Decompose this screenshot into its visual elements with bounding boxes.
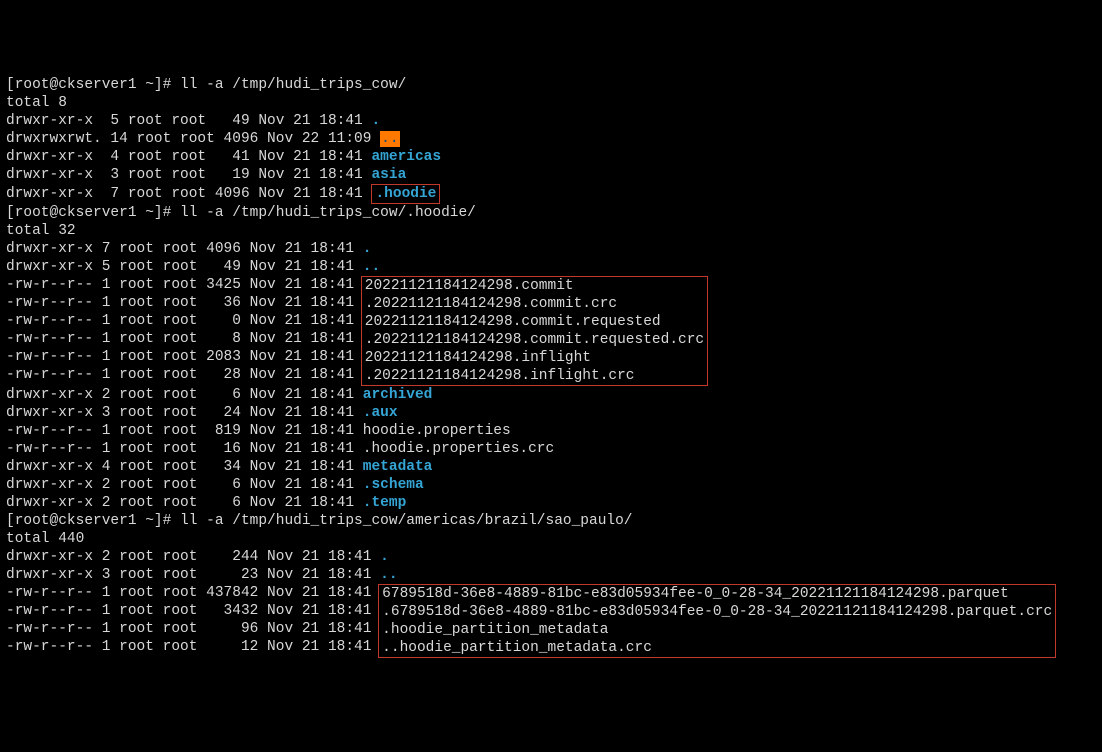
parquet-files-box: 6789518d-36e8-4889-81bc-e83d05934fee-0_0…	[378, 584, 1056, 658]
terminal-output[interactable]: [root@ckserver1 ~]# ll -a /tmp/hudi_trip…	[6, 76, 1096, 658]
commit-files-box: 20221121184124298.commit.202211211841242…	[361, 276, 708, 386]
